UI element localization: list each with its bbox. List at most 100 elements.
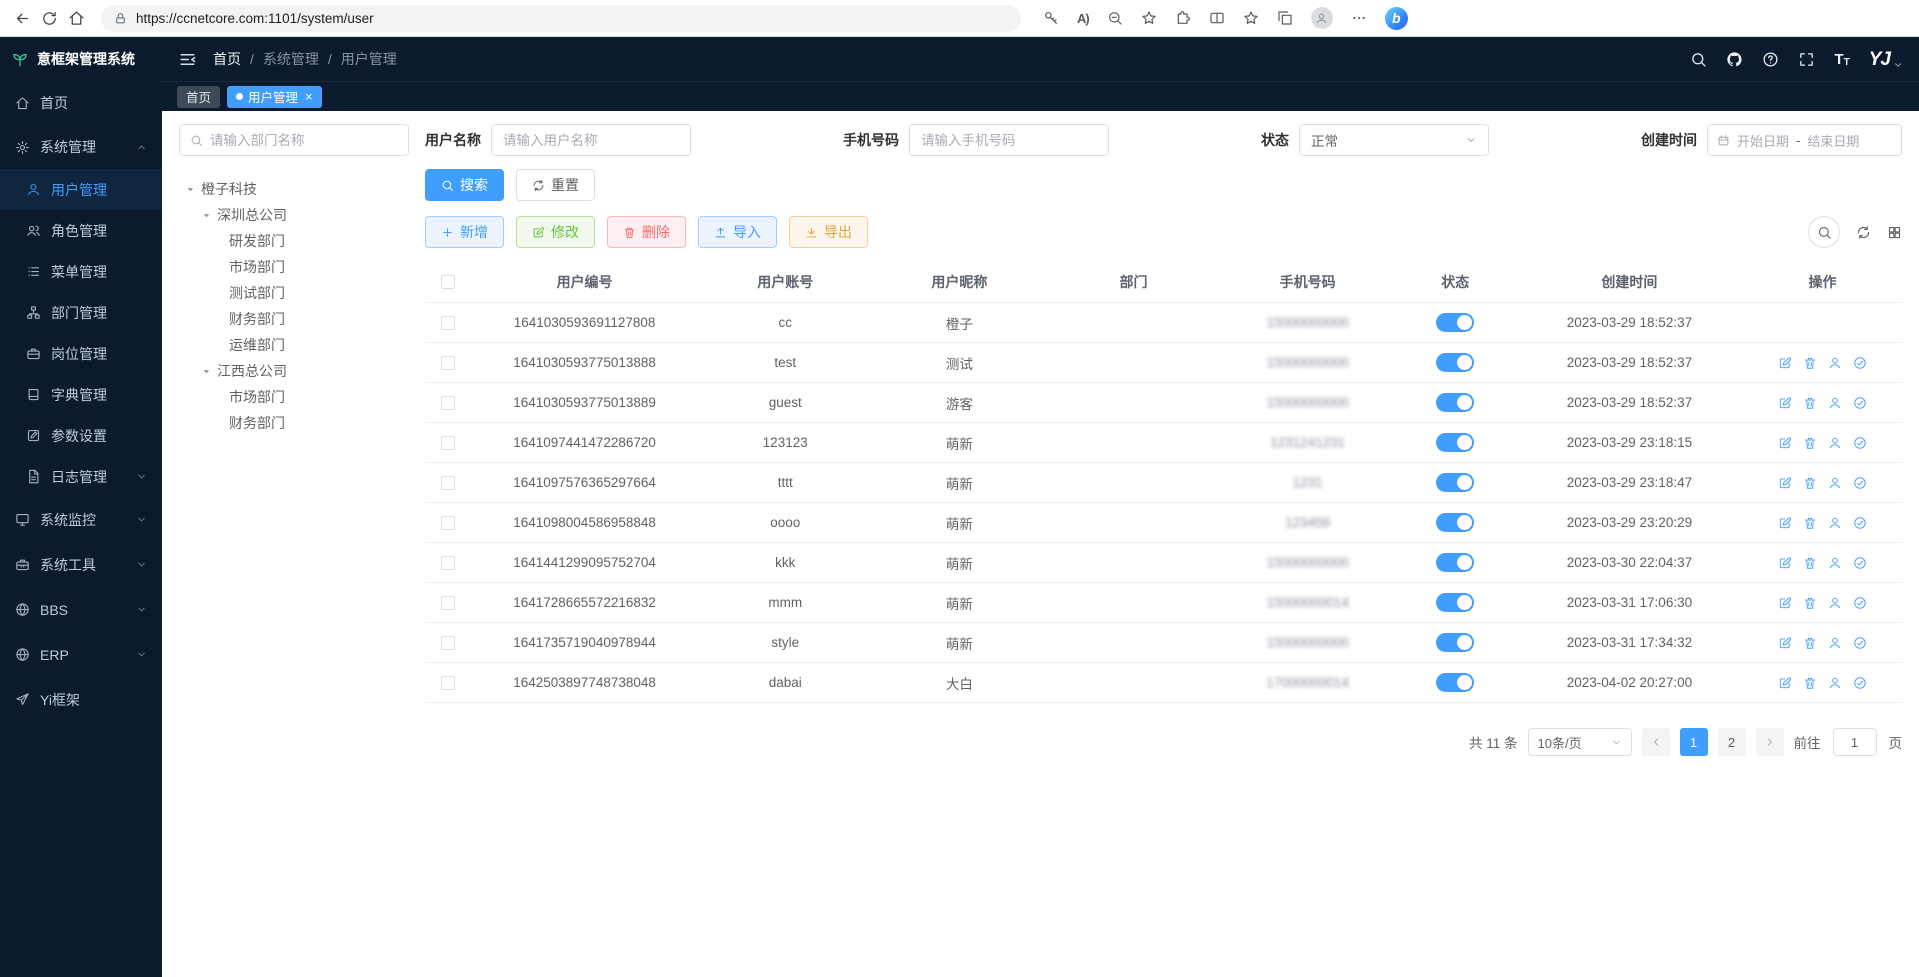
- reset-button[interactable]: 重置: [516, 169, 595, 201]
- select-all-checkbox[interactable]: [441, 275, 455, 289]
- table-search-button[interactable]: [1808, 216, 1840, 248]
- table-refresh-icon[interactable]: [1856, 225, 1871, 240]
- tree-node[interactable]: 财务部门: [179, 306, 409, 332]
- edit-action-icon[interactable]: [1778, 596, 1792, 610]
- assign-role-icon[interactable]: [1853, 356, 1867, 370]
- status-toggle[interactable]: [1436, 633, 1474, 652]
- status-toggle[interactable]: [1436, 673, 1474, 692]
- edit-action-icon[interactable]: [1778, 556, 1792, 570]
- reset-password-icon[interactable]: [1828, 356, 1842, 370]
- breadcrumb-home[interactable]: 首页: [213, 49, 241, 69]
- tree-node[interactable]: 市场部门: [179, 384, 409, 410]
- reset-password-icon[interactable]: [1828, 436, 1842, 450]
- zoom-icon[interactable]: [1107, 10, 1123, 26]
- user-avatar-menu[interactable]: YJ: [1869, 48, 1903, 70]
- add-button[interactable]: 新增: [425, 216, 504, 248]
- favorites-star-icon[interactable]: [1243, 10, 1259, 26]
- github-icon[interactable]: [1726, 51, 1743, 68]
- delete-action-icon[interactable]: [1803, 396, 1817, 410]
- sidebar-item-roles[interactable]: 角色管理: [0, 210, 162, 251]
- sidebar-item-tools[interactable]: 系统工具: [0, 542, 162, 587]
- assign-role-icon[interactable]: [1853, 636, 1867, 650]
- assign-role-icon[interactable]: [1853, 556, 1867, 570]
- sidebar-item-bbs[interactable]: BBS: [0, 587, 162, 632]
- page-size-select[interactable]: 10条/页: [1528, 728, 1632, 756]
- date-end-placeholder[interactable]: 结束日期: [1807, 131, 1859, 150]
- date-start-placeholder[interactable]: 开始日期: [1737, 131, 1789, 150]
- split-screen-icon[interactable]: [1209, 10, 1225, 26]
- sidebar-item-system[interactable]: 系统管理: [0, 125, 162, 169]
- reset-password-icon[interactable]: [1828, 476, 1842, 490]
- edit-action-icon[interactable]: [1778, 516, 1792, 530]
- row-checkbox[interactable]: [441, 596, 455, 610]
- sidebar-item-users[interactable]: 用户管理: [0, 169, 162, 210]
- caret-down-icon[interactable]: [185, 184, 196, 195]
- goto-page-input[interactable]: [1833, 728, 1877, 756]
- row-checkbox[interactable]: [441, 636, 455, 650]
- help-question-icon[interactable]: [1762, 51, 1779, 68]
- delete-button[interactable]: 删除: [607, 216, 686, 248]
- delete-action-icon[interactable]: [1803, 556, 1817, 570]
- page-1-button[interactable]: 1: [1680, 728, 1708, 756]
- password-key-icon[interactable]: [1043, 10, 1059, 26]
- delete-action-icon[interactable]: [1803, 356, 1817, 370]
- browser-home-icon[interactable]: [68, 10, 85, 27]
- browser-profile-avatar[interactable]: [1311, 7, 1333, 29]
- tree-node[interactable]: 财务部门: [179, 410, 409, 436]
- collections-icon[interactable]: [1277, 10, 1293, 26]
- search-button[interactable]: 搜索: [425, 169, 504, 201]
- browser-back-icon[interactable]: [14, 10, 31, 27]
- row-checkbox[interactable]: [441, 676, 455, 690]
- close-tab-icon[interactable]: ×: [305, 90, 313, 103]
- search-icon[interactable]: [1690, 51, 1707, 68]
- sidebar-item-menus[interactable]: 菜单管理: [0, 251, 162, 292]
- fullscreen-icon[interactable]: [1798, 51, 1815, 68]
- status-toggle[interactable]: [1436, 393, 1474, 412]
- breadcrumb-system[interactable]: 系统管理: [263, 49, 319, 69]
- sidebar-item-departments[interactable]: 部门管理: [0, 292, 162, 333]
- delete-action-icon[interactable]: [1803, 436, 1817, 450]
- favorites-add-star-icon[interactable]: [1141, 10, 1157, 26]
- tree-node[interactable]: 运维部门: [179, 332, 409, 358]
- username-input[interactable]: [491, 124, 691, 156]
- sidebar-item-dictionary[interactable]: 字典管理: [0, 374, 162, 415]
- row-checkbox[interactable]: [441, 476, 455, 490]
- row-checkbox[interactable]: [441, 316, 455, 330]
- status-toggle[interactable]: [1436, 553, 1474, 572]
- sidebar-item-monitor[interactable]: 系统监控: [0, 497, 162, 542]
- address-bar[interactable]: https://ccnetcore.com:1101/system/user: [101, 5, 1021, 32]
- page-2-button[interactable]: 2: [1718, 728, 1746, 756]
- assign-role-icon[interactable]: [1853, 436, 1867, 450]
- tab-home[interactable]: 首页: [177, 86, 220, 108]
- status-toggle[interactable]: [1436, 473, 1474, 492]
- app-logo[interactable]: 意框架管理系统: [0, 37, 162, 81]
- assign-role-icon[interactable]: [1853, 676, 1867, 690]
- edit-action-icon[interactable]: [1778, 636, 1792, 650]
- prev-page-button[interactable]: [1642, 728, 1670, 756]
- next-page-button[interactable]: [1756, 728, 1784, 756]
- import-button[interactable]: 导入: [698, 216, 777, 248]
- sidebar-item-erp[interactable]: ERP: [0, 632, 162, 677]
- tree-node[interactable]: 研发部门: [179, 228, 409, 254]
- date-range-picker[interactable]: 开始日期 - 结束日期: [1707, 124, 1902, 156]
- delete-action-icon[interactable]: [1803, 476, 1817, 490]
- phone-input[interactable]: [909, 124, 1109, 156]
- export-button[interactable]: 导出: [789, 216, 868, 248]
- assign-role-icon[interactable]: [1853, 516, 1867, 530]
- extensions-puzzle-icon[interactable]: [1175, 10, 1191, 26]
- sidebar-item-yi-framework[interactable]: Yi框架: [0, 677, 162, 722]
- copilot-icon[interactable]: b: [1385, 7, 1408, 30]
- tree-node[interactable]: 江西总公司: [179, 358, 409, 384]
- reset-password-icon[interactable]: [1828, 636, 1842, 650]
- department-search-input[interactable]: [210, 133, 398, 148]
- reset-password-icon[interactable]: [1828, 516, 1842, 530]
- department-search[interactable]: [179, 124, 409, 156]
- assign-role-icon[interactable]: [1853, 396, 1867, 410]
- edit-action-icon[interactable]: [1778, 356, 1792, 370]
- status-select[interactable]: 正常: [1299, 124, 1489, 156]
- column-settings-icon[interactable]: [1887, 225, 1902, 240]
- sidebar-item-positions[interactable]: 岗位管理: [0, 333, 162, 374]
- reset-password-icon[interactable]: [1828, 676, 1842, 690]
- sidebar-item-logs[interactable]: 日志管理: [0, 456, 162, 497]
- browser-menu-dots-icon[interactable]: [1351, 10, 1367, 26]
